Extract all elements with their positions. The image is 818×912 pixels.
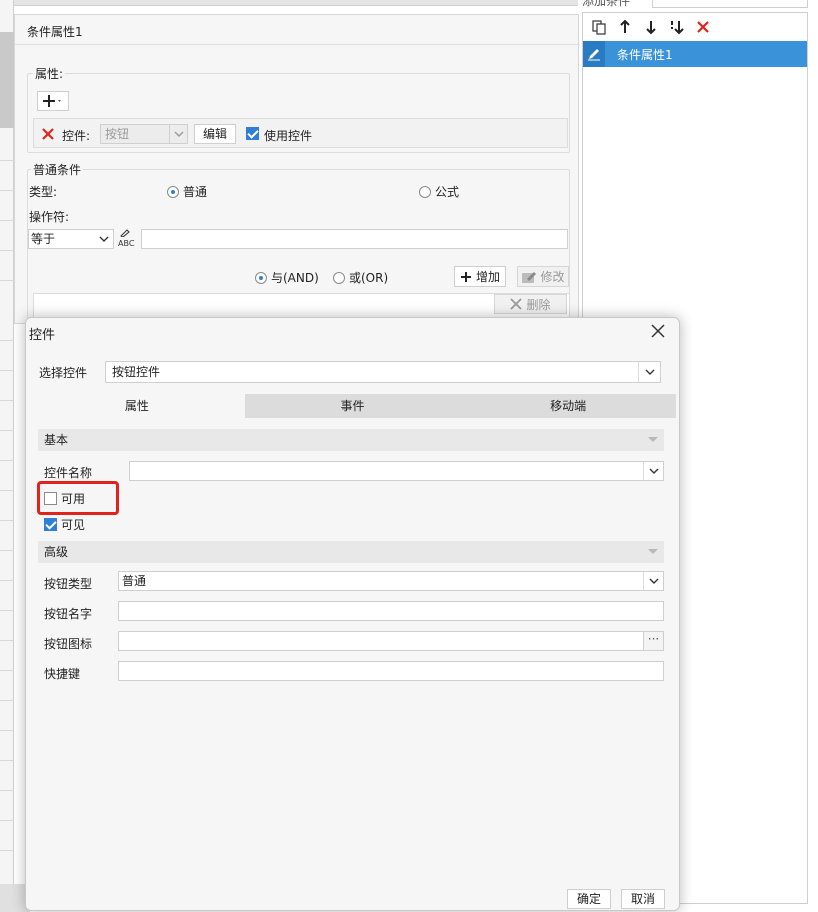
chevron-down-icon: [169, 125, 187, 143]
operator-value-input[interactable]: [141, 229, 568, 249]
use-control-label: 使用控件: [264, 129, 313, 143]
dialog-tabs: 属性 事件 移动端: [29, 394, 676, 418]
cancel-button[interactable]: 取消: [621, 889, 665, 909]
property-group-label: 属性:: [33, 65, 66, 82]
button-type-select[interactable]: 普通: [118, 571, 664, 591]
radio-selected-icon: [255, 271, 267, 284]
condition-window-title: 条件属性1: [27, 25, 83, 39]
button-icon-input[interactable]: ···: [118, 631, 664, 651]
abc-edit-icon[interactable]: ABC: [118, 229, 140, 249]
condition-item-label: 条件属性1: [617, 47, 673, 62]
type-normal-radio[interactable]: 普通: [167, 183, 207, 200]
select-control-value: 按钮控件: [112, 365, 161, 379]
type-label: 类型:: [29, 185, 58, 199]
more-icon[interactable]: ···: [534, 0, 578, 6]
chevron-down-icon: [643, 462, 663, 480]
modify-icon: [522, 271, 537, 283]
section-advanced[interactable]: 高级: [38, 541, 664, 563]
control-name-combo[interactable]: [129, 461, 664, 481]
delete-icon[interactable]: [693, 17, 713, 37]
tab-events[interactable]: 事件: [245, 394, 461, 418]
highlight-annotation-box: [37, 481, 119, 515]
chevron-down-icon: [638, 362, 660, 382]
plus-icon: [460, 271, 471, 282]
condition-item-selected[interactable]: 条件属性1: [583, 41, 807, 67]
tab-mobile[interactable]: 移动端: [460, 394, 676, 418]
control-select[interactable]: 按钮: [100, 124, 188, 144]
section-basic-label: 基本: [44, 433, 69, 447]
background-sheet-strip: [0, 0, 14, 912]
visible-checkbox[interactable]: [44, 518, 57, 531]
button-icon-label: 按钮图标: [44, 637, 93, 651]
chevron-down-icon: [643, 572, 663, 590]
button-name-label: 按钮名字: [44, 607, 93, 621]
control-dialog: 控件 选择控件 按钮控件 属性 事件 移动端 基本 控件名称 可用 可见 高级: [25, 317, 680, 911]
move-bottom-icon[interactable]: [667, 17, 687, 37]
section-basic[interactable]: 基本: [38, 429, 664, 451]
visible-label: 可见: [61, 518, 86, 532]
button-name-input[interactable]: [118, 601, 664, 621]
top-right-input[interactable]: [652, 0, 808, 8]
type-formula-radio[interactable]: 公式: [419, 183, 459, 200]
operator-label: 操作符:: [29, 210, 70, 224]
type-formula-label: 公式: [435, 185, 460, 199]
delete-button-label: 删除: [526, 297, 551, 312]
ok-button[interactable]: 确定: [567, 889, 611, 909]
modify-condition-button[interactable]: 修改: [517, 266, 569, 287]
condition-properties-window: 条件属性1 属性: 控件: 按钮 编辑 使用控件 普通条件 类型: 普通 公式 …: [14, 14, 579, 324]
or-label: 或(OR): [349, 271, 389, 285]
chevron-down-icon: [95, 230, 113, 248]
background-sheet-header: [0, 32, 14, 128]
modify-button-label: 修改: [540, 270, 565, 284]
add-property-button[interactable]: [37, 91, 69, 111]
or-radio[interactable]: 或(OR): [333, 269, 388, 286]
copy-icon[interactable]: [589, 17, 609, 37]
visible-option[interactable]: 可见: [44, 516, 85, 533]
collapse-triangle-icon: [648, 549, 658, 554]
move-down-icon[interactable]: [641, 17, 661, 37]
button-type-label: 按钮类型: [44, 577, 93, 591]
select-control-dropdown[interactable]: 按钮控件: [105, 361, 661, 383]
select-control-label: 选择控件: [39, 366, 88, 380]
property-row: 控件: 按钮 编辑 使用控件: [33, 118, 568, 148]
control-label: 控件:: [62, 129, 91, 143]
add-button-label: 增加: [475, 270, 500, 284]
use-control-checkbox[interactable]: [246, 127, 259, 140]
dialog-title: 控件: [29, 328, 56, 343]
operator-select-value: 等于: [31, 232, 56, 246]
delete-x-icon: [510, 298, 523, 310]
control-select-value: 按钮: [105, 127, 130, 141]
shortcut-label: 快捷键: [44, 667, 81, 681]
add-condition-button[interactable]: 增加: [454, 266, 506, 287]
add-condition-label: 添加条件: [582, 0, 631, 8]
edit-button[interactable]: 编辑: [194, 124, 236, 144]
type-normal-label: 普通: [183, 185, 208, 199]
abc-glyph: ABC: [118, 239, 135, 248]
move-up-icon[interactable]: [615, 17, 635, 37]
condition-list-toolbar: [583, 13, 807, 41]
and-radio[interactable]: 与(AND): [255, 269, 319, 286]
edit-pencil-icon: [583, 41, 605, 67]
top-toolbar-strip: [14, 0, 578, 6]
remove-property-icon[interactable]: [39, 125, 57, 143]
delete-condition-button[interactable]: 删除: [494, 294, 567, 314]
divider: [15, 44, 578, 45]
section-advanced-label: 高级: [44, 545, 69, 559]
operator-select[interactable]: 等于: [28, 229, 114, 249]
button-type-value: 普通: [122, 574, 147, 588]
browse-ellipsis-icon[interactable]: ···: [643, 632, 663, 650]
close-icon[interactable]: [649, 322, 667, 340]
and-label: 与(AND): [271, 271, 319, 285]
shortcut-input[interactable]: [118, 661, 664, 681]
radio-selected-icon: [167, 185, 179, 198]
radio-unselected-icon: [419, 185, 431, 198]
tab-properties[interactable]: 属性: [29, 394, 245, 418]
normal-condition-label: 普通条件: [31, 161, 84, 178]
collapse-triangle-icon: [648, 437, 658, 442]
radio-unselected-icon: [333, 271, 345, 284]
control-name-label: 控件名称: [44, 466, 93, 480]
